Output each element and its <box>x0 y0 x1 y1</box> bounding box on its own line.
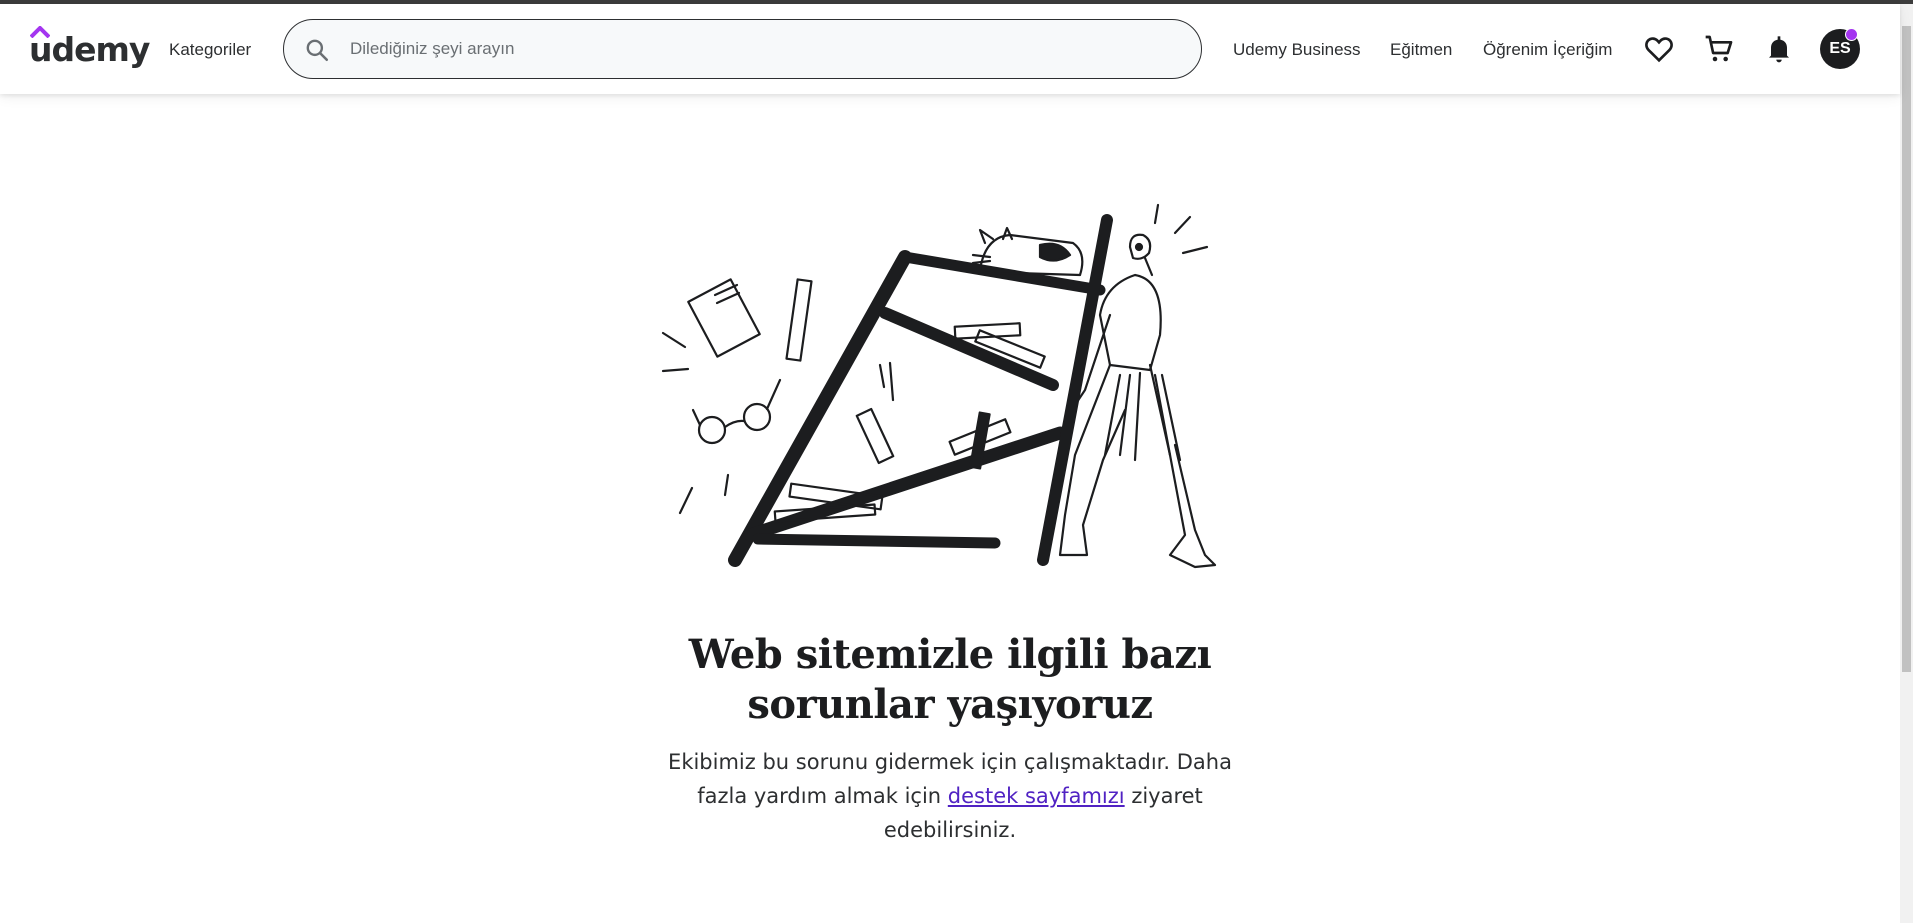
heart-icon[interactable] <box>1643 33 1675 65</box>
udemy-business-link[interactable]: Udemy Business <box>1233 40 1361 60</box>
broken-shelf-illustration <box>661 203 1217 569</box>
error-description: Ekibimiz bu sorunu gidermek için çalışma… <box>655 745 1245 847</box>
instructor-link[interactable]: Eğitmen <box>1390 40 1452 60</box>
cart-icon[interactable] <box>1703 33 1735 65</box>
search-bar[interactable] <box>283 19 1202 79</box>
error-title-line1: Web sitemizle ilgili bazı <box>688 631 1212 678</box>
search-input[interactable] <box>350 21 1180 77</box>
scrollbar-thumb[interactable] <box>1902 26 1911 672</box>
logo-text: udemy <box>29 30 150 69</box>
error-title: Web sitemizle ilgili bazı sorunlar yaşıy… <box>620 630 1280 730</box>
search-icon[interactable] <box>304 37 330 63</box>
my-learning-link[interactable]: Öğrenim İçeriğim <box>1483 40 1612 60</box>
support-page-link[interactable]: destek sayfamızı <box>948 784 1125 808</box>
notification-dot <box>1845 28 1858 41</box>
categories-link[interactable]: Kategoriler <box>169 40 251 60</box>
udemy-logo[interactable]: udemy <box>29 26 150 72</box>
error-title-line2: sorunlar yaşıyoruz <box>747 681 1153 728</box>
site-header: udemy Kategoriler Udemy Business Eğitmen… <box>0 4 1900 94</box>
scrollbar[interactable] <box>1900 4 1913 923</box>
bell-icon[interactable] <box>1763 33 1795 65</box>
